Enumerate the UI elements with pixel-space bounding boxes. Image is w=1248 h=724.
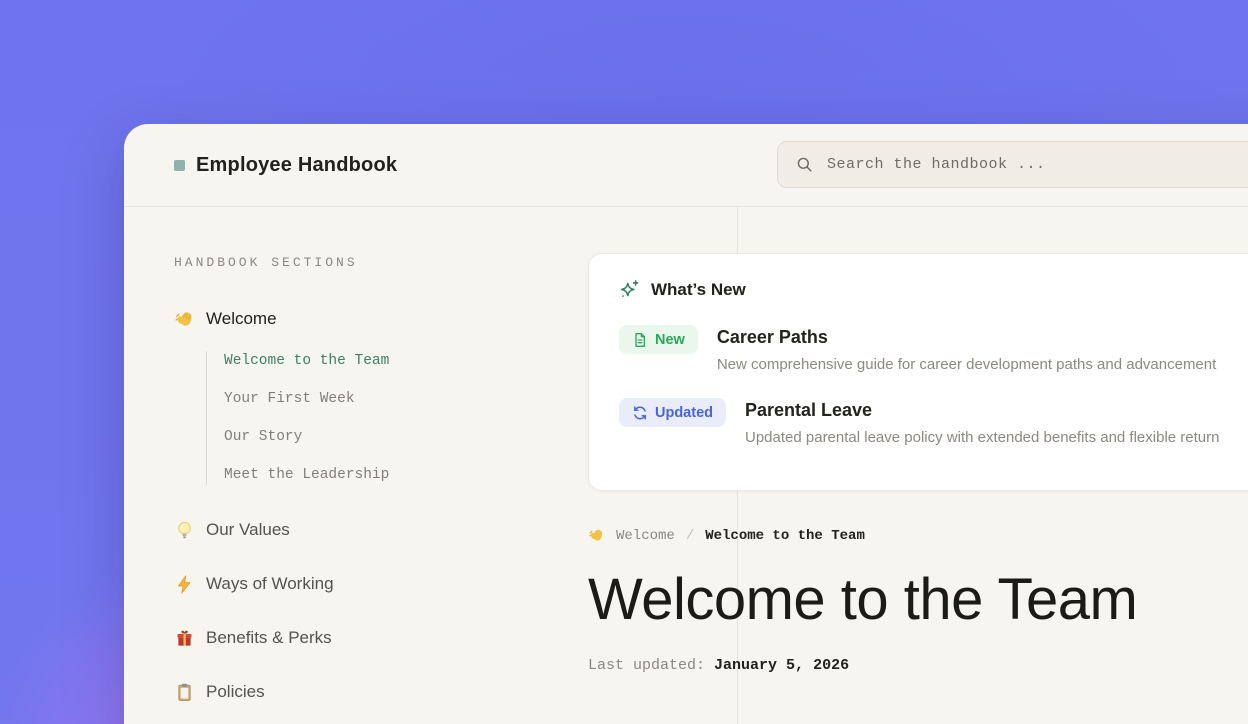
last-updated-label: Last updated:	[588, 657, 705, 674]
whats-new-card: What’s New New Career Paths New comprehe…	[588, 253, 1248, 491]
sidebar-item-label: Welcome	[206, 309, 277, 329]
whats-new-item-title: Career Paths	[717, 327, 1216, 348]
breadcrumb-section[interactable]: Welcome	[616, 528, 675, 544]
gift-icon	[174, 628, 195, 649]
whats-new-item-description: Updated parental leave policy with exten…	[745, 429, 1219, 446]
wave-hand-icon	[174, 309, 195, 330]
sparkles-icon	[619, 279, 640, 300]
sidebar-item-label: Policies	[206, 682, 265, 702]
whats-new-item-career-paths[interactable]: New Career Paths New comprehensive guide…	[619, 327, 1248, 373]
wave-hand-icon	[588, 527, 605, 544]
badge-label: New	[655, 332, 685, 348]
breadcrumb-separator: /	[686, 528, 694, 544]
lightning-bolt-icon	[174, 574, 195, 595]
sidebar-item-label: Ways of Working	[206, 574, 334, 594]
whats-new-title: What’s New	[651, 280, 746, 300]
whats-new-item-description: New comprehensive guide for career devel…	[717, 356, 1216, 373]
sidebar-item-label: Benefits & Perks	[206, 628, 332, 648]
lightbulb-icon	[174, 520, 195, 541]
article: Welcome / Welcome to the Team Welcome to…	[588, 527, 1248, 674]
refresh-icon	[632, 405, 648, 421]
sidebar-item-label: Our Values	[206, 520, 290, 540]
document-icon	[632, 332, 648, 348]
new-badge: New	[619, 325, 698, 354]
search-icon	[795, 155, 814, 174]
whats-new-item-text: Parental Leave Updated parental leave po…	[745, 400, 1219, 446]
whats-new-header: What’s New	[619, 279, 1248, 300]
breadcrumb: Welcome / Welcome to the Team	[588, 527, 1248, 544]
badge-label: Updated	[655, 405, 713, 421]
last-updated: Last updated: January 5, 2026	[588, 657, 1248, 674]
app-title: Employee Handbook	[196, 154, 397, 177]
clipboard-icon	[174, 682, 195, 703]
sidebar-item-policies[interactable]: Policies	[174, 680, 737, 704]
updated-badge: Updated	[619, 398, 726, 427]
search-input[interactable]	[827, 156, 1248, 173]
whats-new-item-parental-leave[interactable]: Updated Parental Leave Updated parental …	[619, 400, 1248, 446]
app-window: Employee Handbook HANDBOOK SECTIONS	[124, 124, 1248, 724]
search-bar[interactable]	[777, 141, 1248, 188]
page-title: Welcome to the Team	[588, 568, 1248, 632]
app-logo	[174, 160, 185, 171]
whats-new-item-title: Parental Leave	[745, 400, 1219, 421]
whats-new-item-text: Career Paths New comprehensive guide for…	[717, 327, 1216, 373]
last-updated-value: January 5, 2026	[714, 657, 849, 674]
breadcrumb-page: Welcome to the Team	[705, 528, 865, 544]
app-header: Employee Handbook	[124, 124, 1248, 207]
